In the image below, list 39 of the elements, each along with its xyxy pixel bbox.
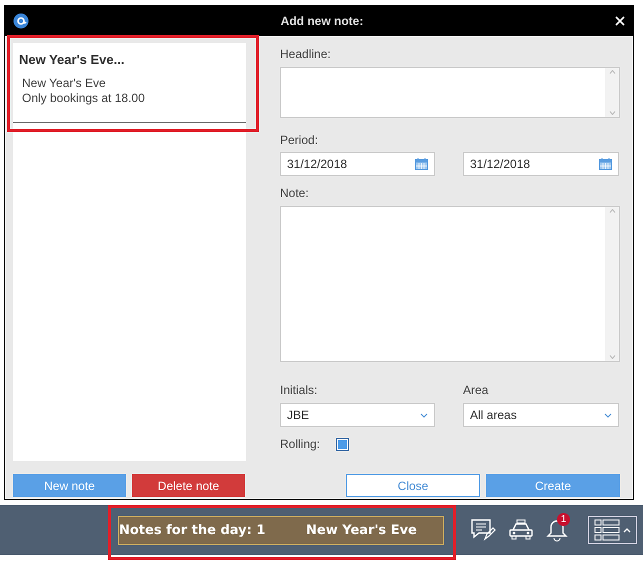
- checkbox[interactable]: [336, 438, 350, 450]
- field-label: Headline:: [280, 47, 332, 61]
- list-icon: [594, 519, 620, 541]
- delete-button[interactable]: Delete note: [132, 474, 245, 497]
- note-text: New Year's Eve: [21, 76, 107, 91]
- input-field[interactable]: [280, 67, 620, 118]
- date-field[interactable]: 31/12/2018: [280, 152, 435, 176]
- note-title: New Year's Eve...: [19, 52, 126, 67]
- select-field[interactable]: All areas: [463, 403, 619, 427]
- scroll-down-icon: [608, 111, 616, 115]
- calendar-icon[interactable]: [415, 158, 428, 170]
- field-label: Note:: [280, 186, 310, 200]
- taxi-icon[interactable]: [508, 519, 534, 541]
- window-title: Add new note:: [280, 14, 364, 28]
- chevron-down-icon: [604, 412, 612, 418]
- notification-badge: 1: [557, 513, 570, 526]
- field-label: Initials:: [280, 383, 318, 397]
- scrollbar[interactable]: [605, 207, 619, 361]
- note-name: New Year's Eve: [306, 522, 417, 538]
- app-logo-icon: [13, 13, 29, 29]
- input-field[interactable]: [280, 206, 620, 362]
- chevron-down-icon: [420, 412, 428, 418]
- day-notes-banner[interactable]: Notes for the day: 1 New Year's Eve: [118, 516, 444, 544]
- layout-menu-button[interactable]: [588, 516, 637, 544]
- scrollbar[interactable]: [605, 68, 619, 117]
- calendar-icon[interactable]: [599, 158, 612, 170]
- scroll-up-icon: [608, 70, 616, 74]
- notes-count: Notes for the day: 1: [119, 522, 266, 538]
- chat-edit-icon[interactable]: [470, 518, 496, 542]
- select-field[interactable]: JBE: [280, 403, 435, 427]
- scroll-down-icon: [608, 355, 616, 359]
- field-label: Rolling:: [280, 437, 320, 451]
- note-text: Only bookings at 18.00: [21, 91, 146, 106]
- chevron-up-icon: [623, 528, 631, 532]
- scroll-up-icon: [608, 209, 616, 213]
- close-icon[interactable]: [615, 16, 625, 26]
- field-label: Period:: [280, 133, 320, 147]
- field-label: Area: [463, 383, 490, 397]
- date-field[interactable]: 31/12/2018: [463, 152, 619, 176]
